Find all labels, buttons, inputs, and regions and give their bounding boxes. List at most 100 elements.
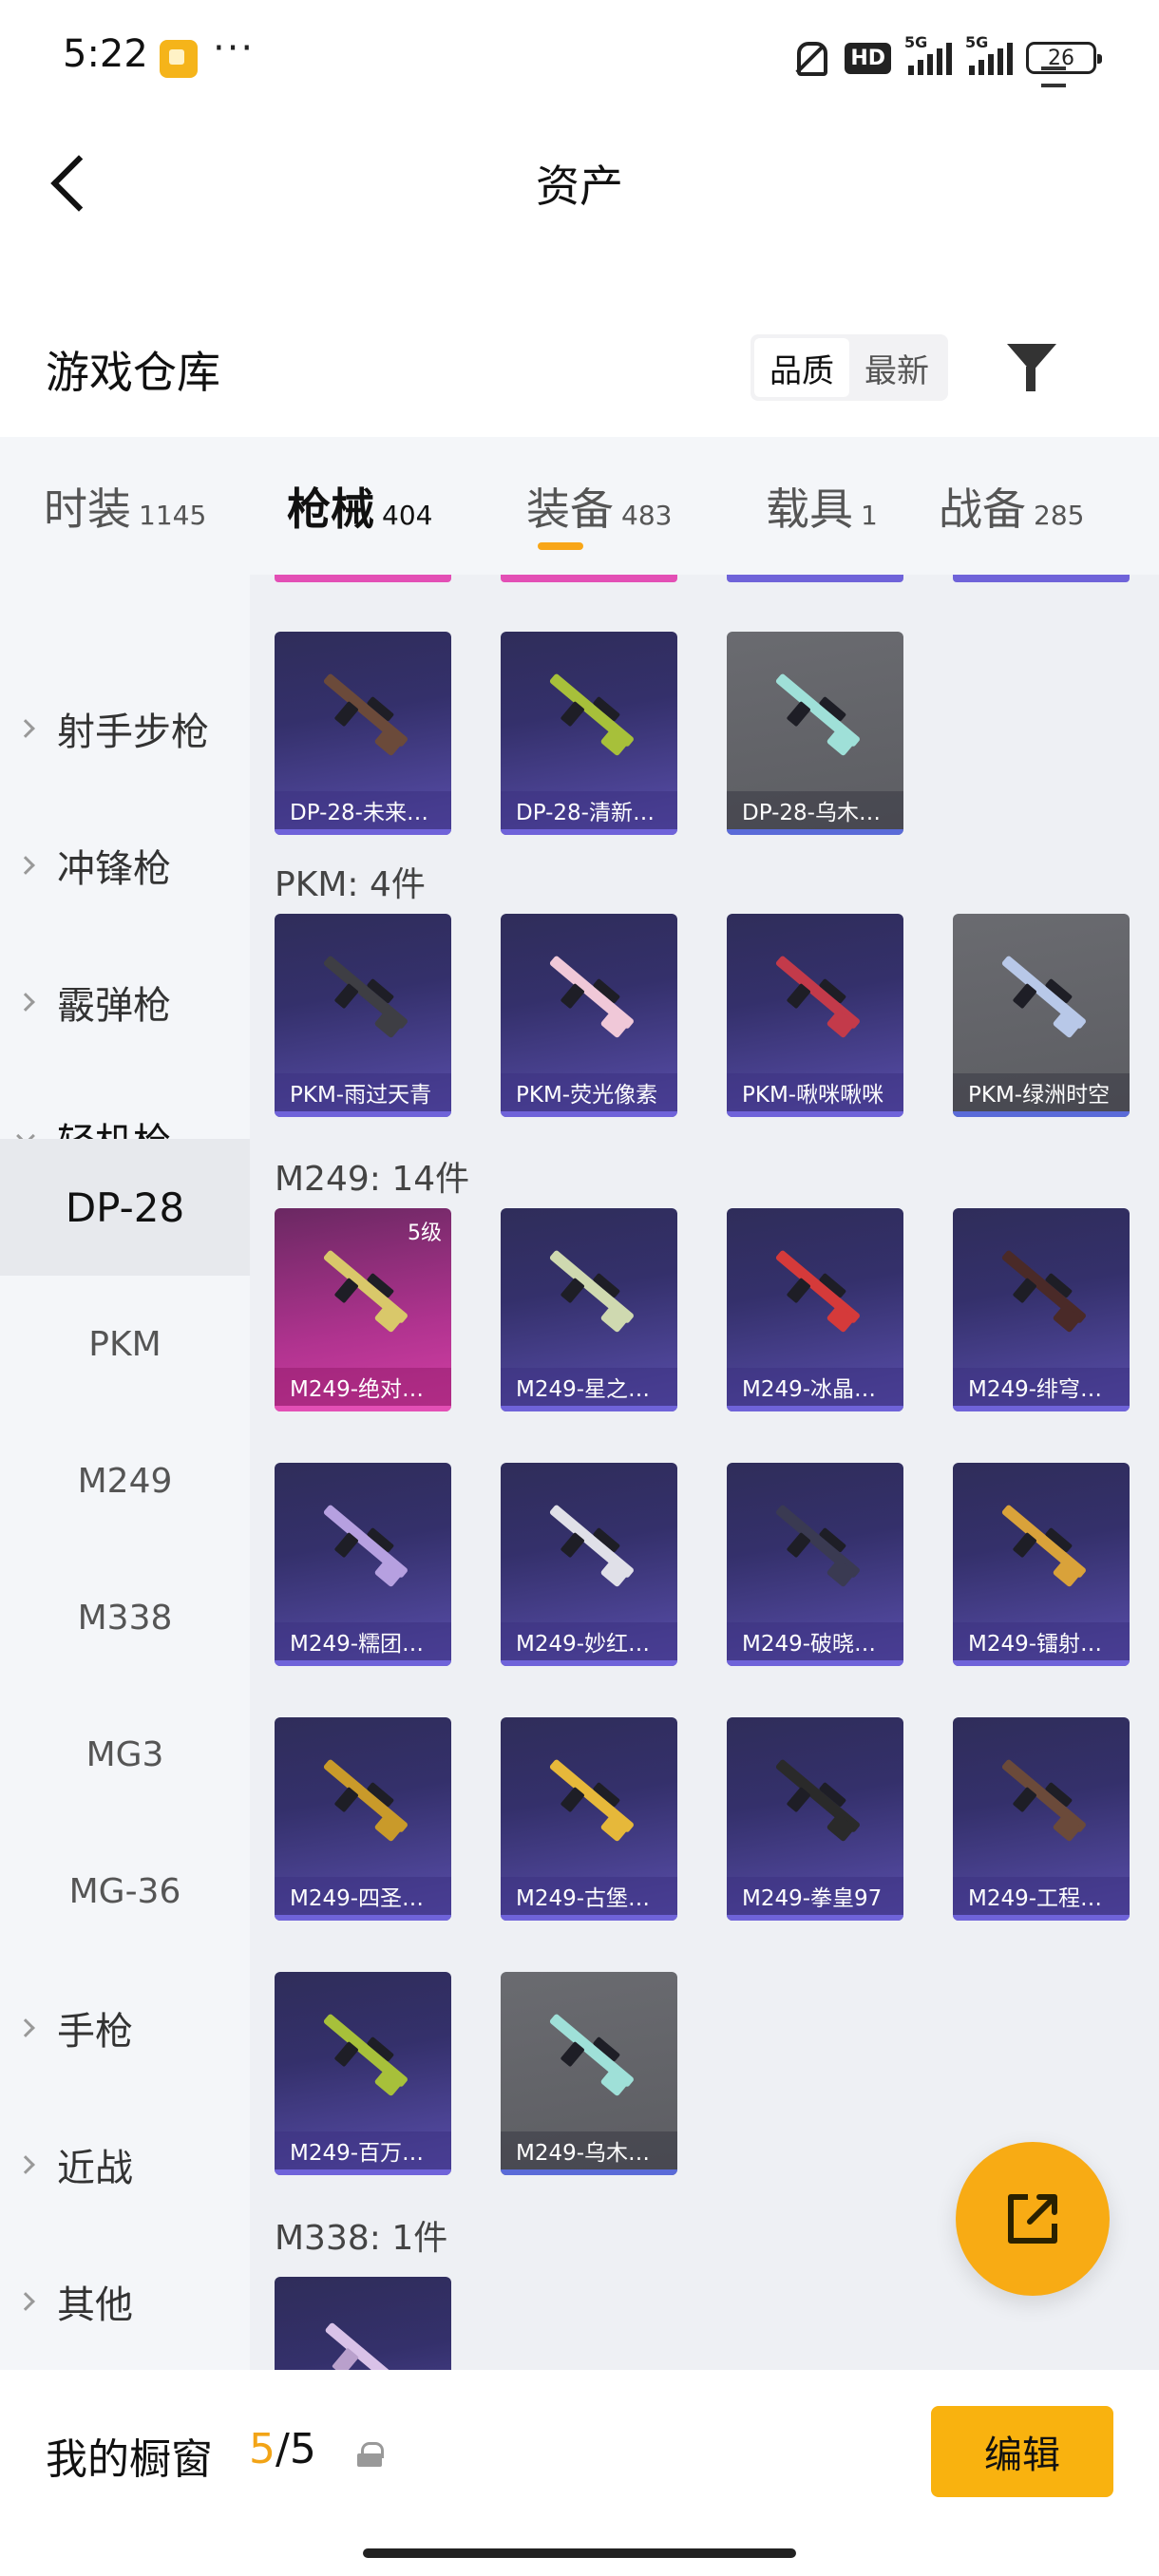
tab-fashion[interactable]: 时装 1145 xyxy=(0,437,241,575)
weapon-card-m249[interactable]: M249-星之… xyxy=(501,1208,677,1411)
weapon-icon xyxy=(985,942,1099,1047)
sort-toggle: 品质 最新 xyxy=(750,334,948,401)
status-bar: 5:22 ··· HD 5G 5G 26 xyxy=(0,0,1159,114)
weapon-icon xyxy=(533,1746,647,1850)
weapon-card-m249[interactable]: 5级 M249-绝对… xyxy=(275,1208,451,1411)
weapon-name: DP-28-清新… xyxy=(501,791,677,829)
weapon-icon xyxy=(307,942,421,1047)
hd-badge: HD xyxy=(845,42,891,74)
sort-newest-button[interactable]: 最新 xyxy=(849,338,944,397)
sort-quality-button[interactable]: 品质 xyxy=(754,338,849,397)
chevron-right-icon xyxy=(16,993,35,1012)
sidebar-item-melee[interactable]: 近战 xyxy=(0,2096,250,2233)
sidebar-sub-pkm[interactable]: PKM xyxy=(0,1276,250,1412)
filter-lines-decoration xyxy=(1041,66,1066,87)
weapon-icon xyxy=(533,660,647,765)
weapon-name: M249-绯穹… xyxy=(953,1368,1130,1406)
signal-icon-2: 5G xyxy=(965,33,1013,75)
weapon-card-pkm[interactable]: PKM-雨过天青 xyxy=(275,914,451,1117)
group-label-pkm: PKM: 4件 xyxy=(275,865,426,904)
weapon-name: M249-糯团… xyxy=(275,1622,451,1660)
weapon-card-dp28[interactable]: DP-28-未来… xyxy=(275,632,451,835)
tab-supplies[interactable]: 战备 285 xyxy=(939,437,1148,575)
chevron-right-icon xyxy=(16,719,35,738)
weapon-icon xyxy=(759,1746,873,1850)
weapon-icon xyxy=(759,1237,873,1341)
status-time: 5:22 xyxy=(63,32,148,76)
sidebar-sub-mg3[interactable]: MG3 xyxy=(0,1686,250,1823)
scrolled-card-edge xyxy=(953,575,1130,582)
warehouse-row: 游戏仓库 品质 最新 xyxy=(0,313,1159,427)
weapon-icon xyxy=(533,1491,647,1596)
tab-equipment[interactable]: 装备 483 xyxy=(507,437,745,575)
weapon-card-m249[interactable]: M249-乌木… xyxy=(501,1972,677,2175)
weapon-level-badge: 5级 xyxy=(408,1222,442,1245)
weapon-icon xyxy=(533,2000,647,2105)
weapon-icon xyxy=(307,1237,421,1341)
weapon-card-m249[interactable]: M249-四圣… xyxy=(275,1717,451,1921)
weapon-name: M249-四圣… xyxy=(275,1877,451,1915)
weapon-card-m249[interactable]: M249-古堡… xyxy=(501,1717,677,1921)
tab-vehicles[interactable]: 载具 1 xyxy=(745,437,939,575)
edit-button[interactable]: 编辑 xyxy=(931,2406,1113,2497)
weapon-card-m249[interactable]: M249-妙红… xyxy=(501,1463,677,1666)
weapon-card-m249[interactable]: M249-拳皇97 xyxy=(727,1717,903,1921)
weapon-card-m249[interactable]: M249-百万… xyxy=(275,1972,451,2175)
weapon-name: PKM-绿洲时空 xyxy=(953,1073,1130,1111)
weapon-card-m249[interactable]: M249-工程… xyxy=(953,1717,1130,1921)
scrolled-card-edge xyxy=(275,575,451,582)
weapon-icon xyxy=(307,660,421,765)
weapon-icon xyxy=(533,1237,647,1341)
sidebar-item-other[interactable]: 其他 xyxy=(0,2233,250,2370)
weapon-card-m249[interactable]: M249-绯穹… xyxy=(953,1208,1130,1411)
sidebar-item-pistol[interactable]: 手枪 xyxy=(0,1960,250,2096)
weapon-icon xyxy=(533,942,647,1047)
sidebar-sub-dp28[interactable]: DP-28 xyxy=(0,1139,250,1276)
weapon-name: M249-乌木… xyxy=(501,2131,677,2169)
weapon-card-m249[interactable]: M249-破晓… xyxy=(727,1463,903,1666)
weapon-icon xyxy=(307,2305,421,2370)
weapon-name: M249-工程… xyxy=(953,1877,1130,1915)
weapon-card-m249[interactable]: M249-镭射… xyxy=(953,1463,1130,1666)
showcase-count: 5/5 xyxy=(249,2425,316,2473)
weapon-icon xyxy=(307,1746,421,1850)
sidebar-item-smg[interactable]: 冲锋枪 xyxy=(0,797,250,934)
category-tabs: 时装 1145 枪械 404 装备 483 载具 1 战备 285 xyxy=(0,437,1159,575)
sidebar-sub-mg36[interactable]: MG-36 xyxy=(0,1823,250,1960)
chevron-right-icon xyxy=(16,2292,35,2311)
weapon-name: DP-28-乌木… xyxy=(727,791,903,829)
sidebar-item-shotgun[interactable]: 霰弹枪 xyxy=(0,934,250,1070)
weapon-card-dp28[interactable]: DP-28-清新… xyxy=(501,632,677,835)
showcase-label: 我的橱窗 xyxy=(46,2435,213,2484)
sidebar-sub-m338[interactable]: M338 xyxy=(0,1549,250,1686)
page-title: 资产 xyxy=(536,161,623,212)
sidebar-sub-m249[interactable]: M249 xyxy=(0,1412,250,1549)
group-label-m338: M338: 1件 xyxy=(275,2219,448,2258)
notification-app-icon xyxy=(160,40,198,78)
weapon-card-dp28[interactable]: DP-28-乌木… xyxy=(727,632,903,835)
share-button[interactable] xyxy=(956,2142,1110,2296)
mute-icon xyxy=(788,36,831,80)
weapon-name: M249-镭射… xyxy=(953,1622,1130,1660)
weapon-name: M249-拳皇97 xyxy=(727,1877,903,1915)
weapon-icon xyxy=(759,660,873,765)
filter-icon[interactable] xyxy=(1003,338,1064,399)
weapon-name: M249-古堡… xyxy=(501,1877,677,1915)
weapon-card-pkm[interactable]: PKM-啾咪啾咪 xyxy=(727,914,903,1117)
weapon-icon xyxy=(307,1491,421,1596)
bottom-bar: 我的橱窗 5/5 编辑 xyxy=(0,2370,1159,2576)
weapon-name: PKM-啾咪啾咪 xyxy=(727,1073,903,1111)
weapon-card-pkm[interactable]: PKM-绿洲时空 xyxy=(953,914,1130,1117)
weapon-name: M249-星之… xyxy=(501,1368,677,1406)
chevron-right-icon xyxy=(16,856,35,875)
weapon-grid: PKM: 4件 M249: 14件 M338: 1件 DP-28-未来… DP-2… xyxy=(250,575,1159,2370)
weapon-card-pkm[interactable]: PKM-荧光像素 xyxy=(501,914,677,1117)
weapon-name: M249-百万… xyxy=(275,2131,451,2169)
weapon-card-m249[interactable]: M249-冰晶… xyxy=(727,1208,903,1411)
weapon-card-m249[interactable]: M249-糯团… xyxy=(275,1463,451,1666)
weapon-type-sidebar: 射手步枪 冲锋枪 霰弹枪 轻机枪 DP-28 PKM M249 M338 MG3… xyxy=(0,575,250,2370)
group-label-m249: M249: 14件 xyxy=(275,1160,470,1199)
tab-firearms[interactable]: 枪械 404 xyxy=(241,437,583,575)
sidebar-item-marksman-rifle[interactable]: 射手步枪 xyxy=(0,660,250,797)
weapon-card-m338-partial[interactable] xyxy=(275,2277,451,2370)
